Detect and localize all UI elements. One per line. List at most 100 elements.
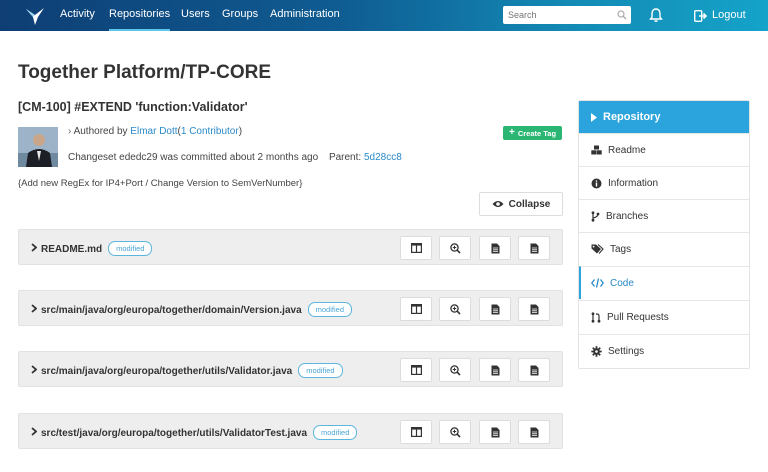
sidebar-header-label: Repository [603,111,661,123]
collapse-button[interactable]: Collapse [479,192,563,216]
file-row[interactable]: README.md modified [18,229,563,265]
sidebar-item-information[interactable]: Information [579,166,749,199]
sidebar-item-label: Information [608,177,659,189]
status-badge: modified [108,241,153,256]
author-link[interactable]: Elmar Dott [130,126,177,137]
create-tag-label: Create Tag [517,128,557,138]
logout-label: Logout [712,9,746,21]
search-icon[interactable] [617,10,627,20]
status-badge: modified [307,302,352,317]
create-tag-button[interactable]: + Create Tag [503,126,562,140]
authored-prefix: Authored by [73,126,128,137]
status-badge: modified [298,363,343,378]
side-by-side-button[interactable] [400,297,432,321]
changeset-line: Changeset ededc29 was committed about 2 … [68,152,402,163]
sidebar-item-label: Readme [608,144,646,156]
zoom-button[interactable] [439,236,471,260]
file-icon [491,243,499,253]
nav-administration[interactable]: Administration [270,0,340,31]
sidebar-item-code[interactable]: Code [579,266,749,299]
logo-icon[interactable] [24,5,46,27]
file-path[interactable]: README.md [41,244,102,255]
sidebar-item-tags[interactable]: Tags [579,232,749,265]
sidebar-item-settings[interactable]: Settings [579,334,749,367]
logout-button[interactable]: Logout [694,0,746,31]
gear-icon [591,345,602,357]
file-icon [530,427,538,437]
avatar [18,127,58,167]
sidebar-item-branches[interactable]: Branches [579,199,749,232]
status-badge: modified [313,425,358,440]
columns-icon [410,427,422,437]
download-file-button[interactable] [518,358,550,382]
chevron-right-icon: › [68,126,72,137]
tags-icon [591,244,604,254]
file-icon [491,427,499,437]
file-path[interactable]: src/test/java/org/europa/together/utils/… [41,428,307,439]
columns-icon [410,243,422,253]
file-icon [530,304,538,314]
sidebar-item-label: Settings [608,345,645,357]
parent-label: Parent: [328,152,362,163]
nav-activity[interactable]: Activity [60,0,95,31]
code-icon [591,278,604,288]
file-row[interactable]: src/main/java/org/europa/together/utils/… [18,351,563,387]
sidebar-item-label: Code [610,277,634,289]
file-row[interactable]: src/main/java/org/europa/together/domain… [18,290,563,326]
file-icon [491,365,499,375]
top-navbar: Activity Repositories Users Groups Admin… [0,0,768,31]
columns-icon [410,304,422,314]
chevron-right-icon[interactable] [31,243,37,252]
search-input[interactable] [503,6,631,24]
parent-hash-link[interactable]: 5d28cc8 [364,152,402,163]
sidebar-item-label: Tags [610,243,632,255]
bell-icon[interactable] [648,7,664,23]
file-icon [491,304,499,314]
download-file-button[interactable] [518,236,550,260]
zoom-button[interactable] [439,420,471,444]
file-row[interactable]: src/test/java/org/europa/together/utils/… [18,413,563,449]
nav-repositories[interactable]: Repositories [109,0,171,31]
plus-icon: + [508,127,515,138]
zoom-button[interactable] [439,297,471,321]
info-icon [591,178,602,188]
sidebar-header[interactable]: Repository [579,101,749,133]
logout-icon [694,9,708,22]
eye-icon [492,201,504,207]
chevron-right-icon[interactable] [31,304,37,313]
view-file-button[interactable] [479,297,511,321]
changeset-text: Changeset ededc29 was committed about 2 … [68,152,319,163]
file-icon [530,243,538,253]
zoom-in-icon [449,364,461,376]
sidebar-item-label: Branches [606,210,649,222]
page-title: Together Platform/TP-CORE [18,62,271,83]
file-path[interactable]: src/main/java/org/europa/together/utils/… [41,366,292,377]
contributors-link[interactable]: 1 Contributor [181,126,239,137]
caret-right-icon [591,112,597,122]
collapse-label: Collapse [508,198,551,210]
file-icon [530,365,538,375]
nav-users[interactable]: Users [181,0,210,31]
view-file-button[interactable] [479,420,511,444]
authored-by-line: › Authored by Elmar Dott(1 Contributor) [68,126,243,137]
zoom-in-icon [449,426,461,438]
repository-sidebar: Repository Readme Information Branches T… [578,100,750,369]
zoom-in-icon [449,242,461,254]
cubes-icon [591,145,602,155]
nav-groups[interactable]: Groups [222,0,258,31]
sidebar-item-label: Pull Requests [607,311,669,323]
side-by-side-button[interactable] [400,420,432,444]
view-file-button[interactable] [479,236,511,260]
side-by-side-button[interactable] [400,358,432,382]
side-by-side-button[interactable] [400,236,432,260]
download-file-button[interactable] [518,420,550,444]
download-file-button[interactable] [518,297,550,321]
zoom-button[interactable] [439,358,471,382]
sidebar-item-readme[interactable]: Readme [579,133,749,166]
view-file-button[interactable] [479,358,511,382]
file-path[interactable]: src/main/java/org/europa/together/domain… [41,305,302,316]
zoom-in-icon [449,303,461,315]
chevron-right-icon[interactable] [31,427,37,436]
sidebar-item-pull-requests[interactable]: Pull Requests [579,300,749,333]
chevron-right-icon[interactable] [31,365,37,374]
